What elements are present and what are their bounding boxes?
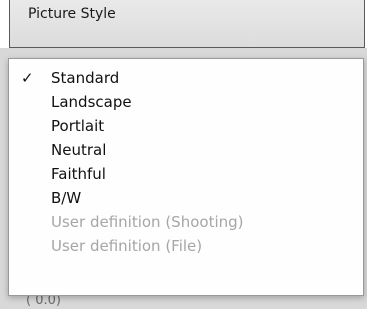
menu-item-landscape[interactable]: Landscape <box>9 90 363 114</box>
picture-style-selector[interactable]: Picture Style <box>9 0 365 48</box>
menu-item-faithful[interactable]: Faithful <box>9 162 363 186</box>
picture-style-title: Picture Style <box>28 6 116 22</box>
menu-item-label: Landscape <box>51 93 132 111</box>
menu-item-label: Neutral <box>51 141 107 159</box>
menu-item-neutral[interactable]: Neutral <box>9 138 363 162</box>
menu-item-label: User definition (Shooting) <box>51 213 244 231</box>
menu-item-bw[interactable]: B/W <box>9 186 363 210</box>
checkmark-icon: ✓ <box>21 69 34 87</box>
menu-item-label: B/W <box>51 189 82 207</box>
menu-item-user-definition-shooting: User definition (Shooting) <box>9 210 363 234</box>
menu-item-label: Faithful <box>51 165 106 183</box>
menu-item-label: Standard <box>51 69 120 87</box>
menu-item-label: Portlait <box>51 117 105 135</box>
picture-style-dropdown-menu[interactable]: ✓ Standard Landscape Portlait Neutral Fa… <box>8 58 364 296</box>
menu-item-user-definition-file: User definition (File) <box>9 234 363 258</box>
menu-item-portlait[interactable]: Portlait <box>9 114 363 138</box>
menu-item-standard[interactable]: ✓ Standard <box>9 66 363 90</box>
menu-item-label: User definition (File) <box>51 237 203 255</box>
